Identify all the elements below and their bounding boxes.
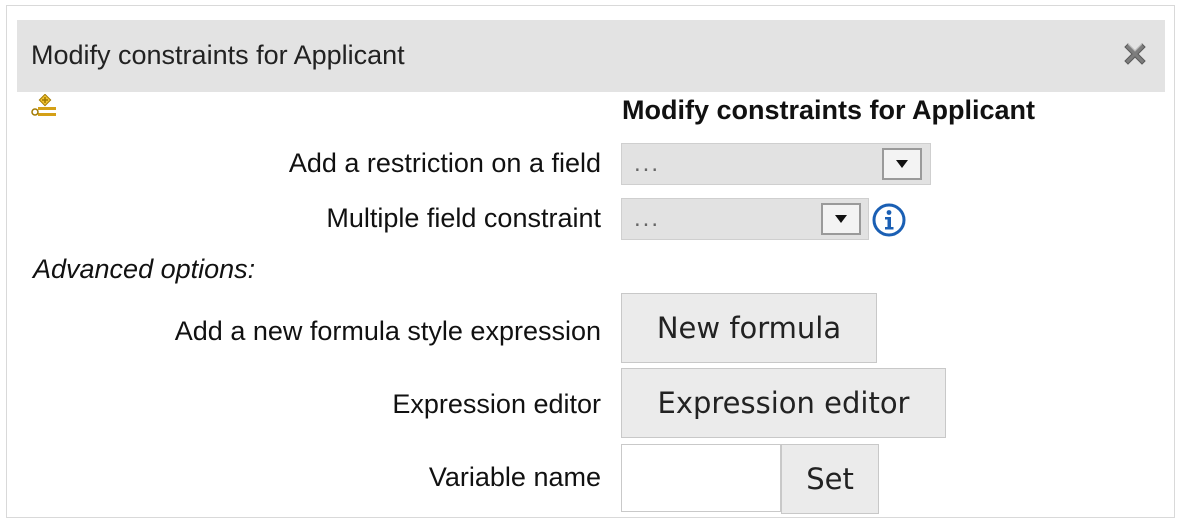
info-icon[interactable]: [871, 202, 907, 238]
chevron-down-icon[interactable]: [821, 203, 861, 235]
expression-editor-button[interactable]: Expression editor: [621, 368, 946, 438]
multiple-constraint-select-value: ...: [634, 205, 661, 232]
variable-name-label: Variable name: [428, 462, 601, 492]
expression-editor-label: Expression editor: [392, 389, 601, 419]
fact-pattern-icon: [30, 93, 60, 124]
set-button[interactable]: Set: [781, 444, 879, 514]
variable-name-input[interactable]: [621, 444, 781, 512]
restriction-label: Add a restriction on a field: [288, 148, 601, 178]
multiple-constraint-label: Multiple field constraint: [326, 203, 601, 233]
dialog-title: Modify constraints for Applicant: [31, 40, 405, 70]
new-formula-button[interactable]: New formula: [621, 293, 877, 363]
modify-constraints-dialog: Modify constraints for Applicant Modify …: [6, 5, 1175, 518]
close-icon[interactable]: [1119, 38, 1151, 70]
dialog-titlebar: Modify constraints for Applicant: [17, 20, 1165, 92]
formula-label: Add a new formula style expression: [174, 316, 601, 346]
restriction-select[interactable]: ...: [621, 143, 931, 185]
chevron-down-icon[interactable]: [882, 148, 922, 180]
multiple-constraint-select[interactable]: ...: [621, 198, 869, 240]
restriction-select-value: ...: [634, 150, 661, 177]
advanced-options-label: Advanced options:: [33, 254, 256, 284]
constraints-heading: Modify constraints for Applicant: [622, 95, 1036, 125]
